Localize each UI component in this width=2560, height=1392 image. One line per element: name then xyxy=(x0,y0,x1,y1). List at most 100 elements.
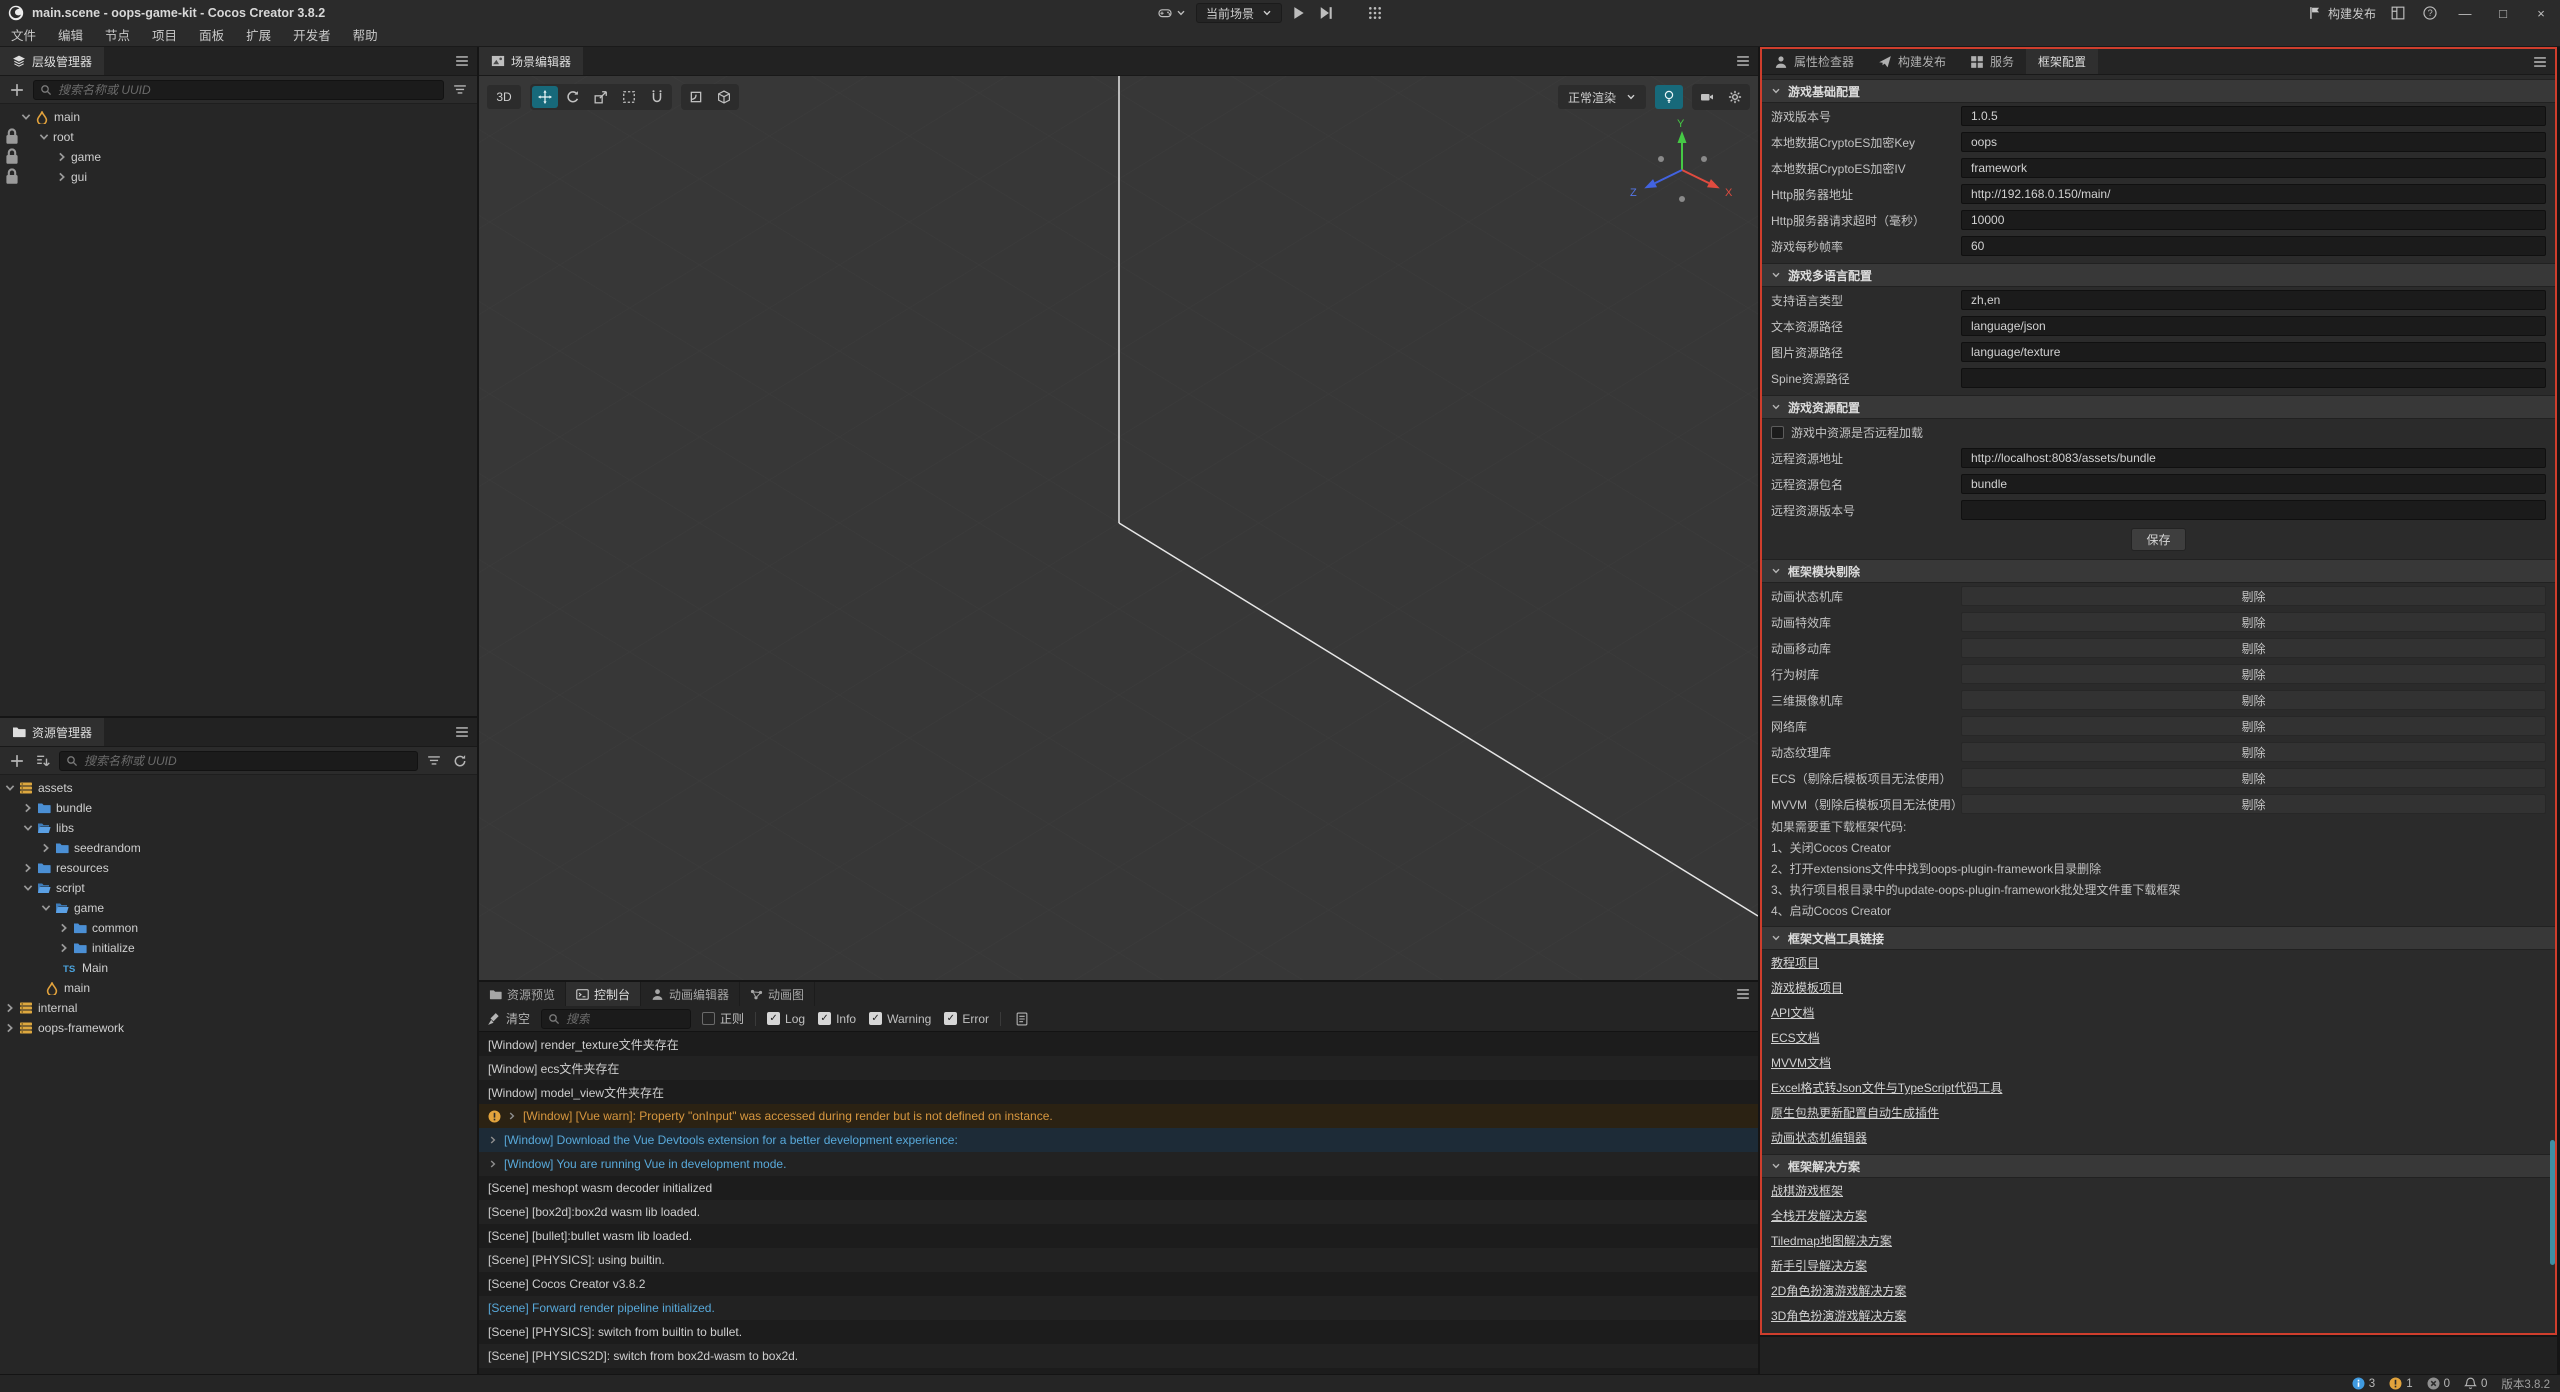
log-row[interactable]: [Scene] [box2d]:box2d wasm lib loaded. xyxy=(479,1200,1758,1224)
tree-row[interactable]: seedrandom xyxy=(0,838,477,858)
tree-row[interactable]: assets xyxy=(0,778,477,798)
inspector-tab[interactable]: 构建发布 xyxy=(1866,49,1958,74)
scrollbar-thumb[interactable] xyxy=(2550,1140,2555,1265)
link[interactable]: 动画状态机编辑器 xyxy=(1771,1129,1867,1146)
scene-viewport[interactable]: 3D 正常渲染 xyxy=(479,76,1758,980)
filter-log[interactable]: ✓Log xyxy=(767,1012,805,1026)
tree-row[interactable]: main xyxy=(0,107,477,127)
create-node-button[interactable] xyxy=(7,80,27,100)
clear-console-button[interactable]: 清空 xyxy=(487,1010,530,1027)
inspector-tab[interactable]: 属性检查器 xyxy=(1762,49,1866,74)
tree-row[interactable]: libs xyxy=(0,818,477,838)
tree-row[interactable]: common xyxy=(0,918,477,938)
layout-grid-button[interactable] xyxy=(1365,3,1385,23)
tree-row[interactable]: internal xyxy=(0,998,477,1018)
console-search-input[interactable]: 搜索 xyxy=(541,1009,691,1029)
log-row[interactable]: [Window] [Vue warn]: Property "onInput" … xyxy=(479,1104,1758,1128)
link-row[interactable]: 动画状态机编辑器 xyxy=(1762,1125,2555,1150)
remote-load-checkbox-row[interactable]: 游戏中资源是否远程加载 xyxy=(1762,419,2555,445)
field-input[interactable] xyxy=(1961,368,2546,388)
preview-device-button[interactable] xyxy=(1155,3,1189,23)
move-tool-button[interactable] xyxy=(532,86,558,108)
remove-module-button[interactable]: 剔除 xyxy=(1961,586,2546,606)
log-row[interactable]: [Window] render_texture文件夹存在 xyxy=(479,1032,1758,1056)
inspector-tab[interactable]: 框架配置 xyxy=(2026,49,2098,74)
create-asset-button[interactable] xyxy=(7,751,27,771)
log-row[interactable]: [Window] model_view文件夹存在 xyxy=(479,1080,1758,1104)
console-tab[interactable]: 控制台 xyxy=(566,982,641,1006)
menu-item[interactable]: 面板 xyxy=(188,26,235,47)
link-row[interactable]: 游戏模板项目 xyxy=(1762,975,2555,1000)
help-button[interactable]: ? xyxy=(2420,3,2440,23)
scene-menu-button[interactable] xyxy=(1728,47,1758,75)
menu-item[interactable]: 帮助 xyxy=(342,26,389,47)
link[interactable]: 教程项目 xyxy=(1771,954,1819,971)
menu-item[interactable]: 文件 xyxy=(0,26,47,47)
inspector-tab[interactable]: 服务 xyxy=(1958,49,2026,74)
remove-module-button[interactable]: 剔除 xyxy=(1961,638,2546,658)
link-row[interactable]: ECS文档 xyxy=(1762,1025,2555,1050)
link-row[interactable]: 原生包热更新配置自动生成插件 xyxy=(1762,1100,2555,1125)
regex-checkbox[interactable]: 正则 xyxy=(702,1010,744,1027)
link[interactable]: 2D角色扮演游戏解决方案 xyxy=(1771,1282,1906,1299)
link[interactable]: Tiledmap地图解决方案 xyxy=(1771,1232,1892,1249)
tree-row[interactable]: game xyxy=(0,147,477,167)
tree-row[interactable]: main xyxy=(0,978,477,998)
console-tab[interactable]: 动画图 xyxy=(740,982,815,1006)
error-count-button[interactable]: 0 xyxy=(2427,1377,2450,1390)
filter-info[interactable]: ✓Info xyxy=(818,1012,856,1026)
filter-error[interactable]: ✓Error xyxy=(944,1012,989,1026)
field-input[interactable]: language/json xyxy=(1961,316,2546,336)
expand-icon[interactable] xyxy=(488,1159,498,1169)
link-row[interactable]: API文档 xyxy=(1762,1000,2555,1025)
play-button[interactable] xyxy=(1289,3,1309,23)
assets-filter-button[interactable] xyxy=(424,751,444,771)
link[interactable]: 原生包热更新配置自动生成插件 xyxy=(1771,1104,1939,1121)
menu-item[interactable]: 编辑 xyxy=(47,26,94,47)
remove-module-button[interactable]: 剔除 xyxy=(1961,794,2546,814)
field-input[interactable]: 10000 xyxy=(1961,210,2546,230)
section-header[interactable]: 框架模块剔除 xyxy=(1762,559,2555,583)
link-row[interactable]: 全栈开发解决方案 xyxy=(1762,1203,2555,1228)
log-row[interactable]: [Scene] [PHYSICS]: using builtin. xyxy=(479,1248,1758,1272)
tree-row[interactable]: TSMain xyxy=(0,958,477,978)
field-input[interactable]: oops xyxy=(1961,132,2546,152)
console-tab[interactable]: 资源预览 xyxy=(479,982,566,1006)
layout-button[interactable] xyxy=(2388,3,2408,23)
tree-row[interactable]: initialize xyxy=(0,938,477,958)
field-input[interactable]: zh,en xyxy=(1961,290,2546,310)
link[interactable]: Excel格式转Json文件与TypeScript代码工具 xyxy=(1771,1079,2002,1096)
step-button[interactable] xyxy=(1316,3,1336,23)
camera-settings-button[interactable] xyxy=(1694,86,1720,108)
hierarchy-search-input[interactable]: 搜索名称或 UUID xyxy=(33,80,444,100)
link[interactable]: 全栈开发解决方案 xyxy=(1771,1207,1867,1224)
remove-module-button[interactable]: 剔除 xyxy=(1961,742,2546,762)
console-menu-button[interactable] xyxy=(1728,982,1758,1006)
save-button[interactable]: 保存 xyxy=(2131,528,2185,551)
console-tab[interactable]: 动画编辑器 xyxy=(641,982,740,1006)
remove-module-button[interactable]: 剔除 xyxy=(1961,716,2546,736)
coordinate-toggle-button[interactable] xyxy=(711,86,737,108)
assets-menu-button[interactable] xyxy=(447,718,477,746)
lighting-toggle-button[interactable] xyxy=(1655,85,1683,109)
tree-row[interactable]: oops-framework xyxy=(0,1018,477,1038)
log-row[interactable]: [Scene] [bullet]:bullet wasm lib loaded. xyxy=(479,1224,1758,1248)
remove-module-button[interactable]: 剔除 xyxy=(1961,612,2546,632)
open-log-file-button[interactable] xyxy=(1012,1009,1032,1029)
expand-icon[interactable] xyxy=(507,1111,517,1121)
remove-module-button[interactable]: 剔除 xyxy=(1961,664,2546,684)
log-row[interactable]: [Window] You are running Vue in developm… xyxy=(479,1152,1758,1176)
hierarchy-menu-button[interactable] xyxy=(447,47,477,75)
maximize-button[interactable]: □ xyxy=(2490,6,2516,21)
field-input[interactable]: bundle xyxy=(1961,474,2546,494)
remove-module-button[interactable]: 剔除 xyxy=(1961,690,2546,710)
expand-icon[interactable] xyxy=(488,1135,498,1145)
link-row[interactable]: 新手引导解决方案 xyxy=(1762,1253,2555,1278)
log-row[interactable]: [Scene] [PHYSICS]: switch from builtin t… xyxy=(479,1320,1758,1344)
link[interactable]: MVVM文档 xyxy=(1771,1054,1831,1071)
tree-row[interactable]: root xyxy=(0,127,477,147)
checkbox[interactable] xyxy=(1771,426,1784,439)
scale-tool-button[interactable] xyxy=(588,86,614,108)
minimize-button[interactable]: — xyxy=(2452,6,2478,21)
scene-settings-button[interactable] xyxy=(1722,86,1748,108)
